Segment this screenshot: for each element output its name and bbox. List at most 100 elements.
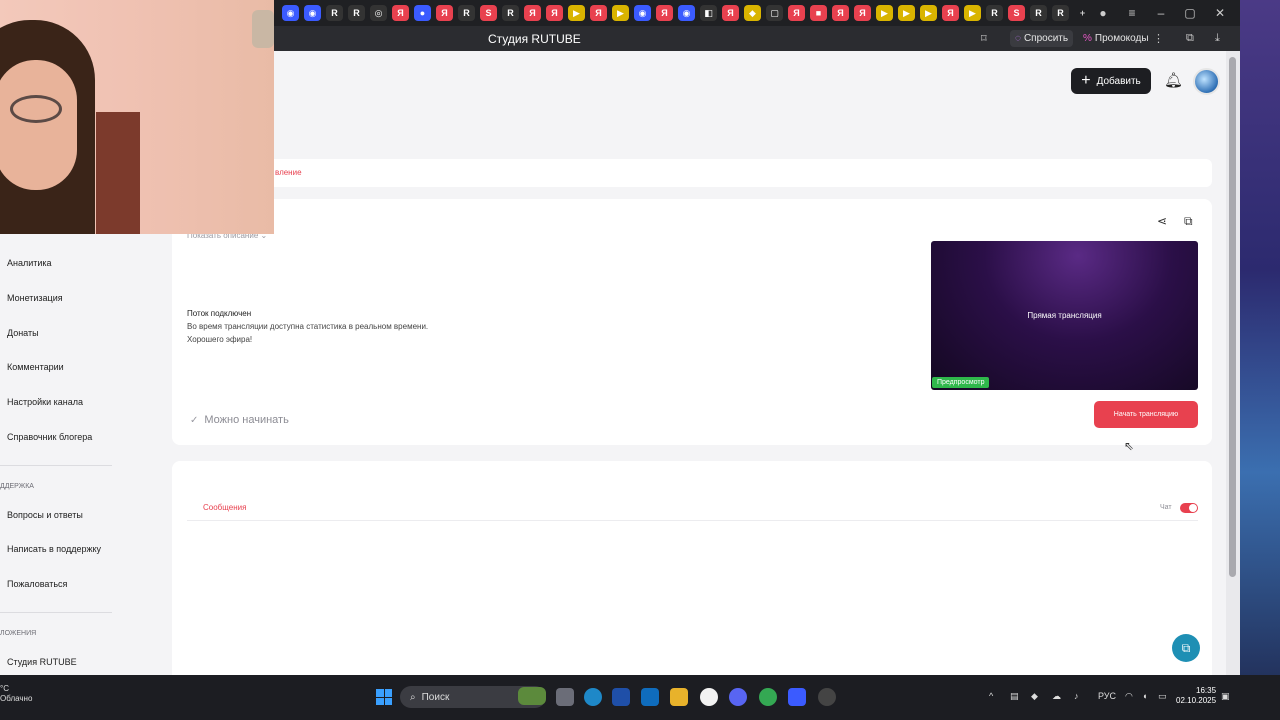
browser-tab-icon[interactable]: R [348, 5, 365, 21]
clock[interactable]: 16:35 02.10.2025 [1176, 686, 1216, 706]
chat-toggle[interactable] [1180, 503, 1198, 513]
browser-tab-icon[interactable]: Я [854, 5, 871, 21]
sidebar-item-monetization[interactable]: Монетизация [7, 293, 63, 303]
browser-tab-icon[interactable]: ■ [810, 5, 827, 21]
sidebar-item-donations[interactable]: Донаты [7, 328, 39, 338]
browser-tab-icon[interactable]: ▶ [876, 5, 893, 21]
browser-tab-icon[interactable]: R [986, 5, 1003, 21]
collections-icon[interactable]: ⧉ [1186, 32, 1194, 45]
browser-tab-icon[interactable]: ▶ [920, 5, 937, 21]
battery-icon[interactable]: ▭ [1158, 691, 1167, 702]
browser-tab-icon[interactable]: R [458, 5, 475, 21]
start-menu-icon[interactable] [376, 689, 392, 705]
tray-icon[interactable]: ◆ [1031, 691, 1038, 702]
sidebar-item-channel-settings[interactable]: Настройки канала [7, 397, 83, 407]
maximize-icon[interactable]: ▢ [1175, 0, 1205, 26]
discord-icon[interactable] [729, 688, 747, 706]
browser-tab-icon[interactable]: Я [832, 5, 849, 21]
language-indicator[interactable]: РУС [1098, 691, 1116, 701]
browser-tab-icon[interactable]: ◉ [282, 5, 299, 21]
stream-preview[interactable]: Прямая трансляция Предпросмотр [931, 241, 1198, 390]
browser-tab-icon[interactable]: R [1030, 5, 1047, 21]
close-icon[interactable]: ✕ [1205, 0, 1235, 26]
tray-icon[interactable]: ▤ [1010, 691, 1019, 702]
bookmark-icon[interactable]: ⌑ [981, 32, 987, 45]
microphone-icon[interactable]: ♪ [1074, 691, 1079, 701]
browser-tab-icon[interactable]: Я [656, 5, 673, 21]
more-icon[interactable]: ⋮ [1153, 32, 1164, 45]
browser-tab-icon[interactable]: ◉ [304, 5, 321, 21]
app-icon[interactable] [788, 688, 806, 706]
browser-tab-icon[interactable]: ▶ [612, 5, 629, 21]
divider [0, 465, 112, 466]
browser-tab-icon[interactable]: ◆ [744, 5, 761, 21]
avatar[interactable] [1193, 68, 1220, 95]
scroll-thumb[interactable] [1229, 57, 1236, 577]
explorer-icon[interactable] [670, 688, 688, 706]
browser-tab-icon[interactable]: ▶ [568, 5, 585, 21]
browser-tab-icon[interactable]: Я [392, 5, 409, 21]
tab-messages[interactable]: Сообщения [203, 503, 246, 512]
browser-tab-icon[interactable]: ◧ [700, 5, 717, 21]
tray-icon[interactable]: ☁ [1052, 691, 1061, 702]
browser-tab-icon[interactable]: R [326, 5, 343, 21]
edge-icon[interactable] [584, 688, 602, 706]
sidebar-item-faq[interactable]: Вопросы и ответы [7, 510, 83, 520]
browser-tab-icon[interactable]: ▶ [898, 5, 915, 21]
share-icon[interactable]: ⋖ [1157, 214, 1167, 228]
browser-tab-icon[interactable]: R [502, 5, 519, 21]
browser-tab-icon[interactable]: S [480, 5, 497, 21]
tray-overflow-icon[interactable]: ^ [989, 691, 993, 701]
divider [187, 520, 1198, 521]
browser-tab-icon[interactable]: ▶ [964, 5, 981, 21]
start-stream-button[interactable]: Начать трансляцию [1094, 401, 1198, 428]
profile-icon[interactable]: ● [1088, 0, 1118, 26]
browser-tab-icon[interactable]: ◎ [370, 5, 387, 21]
outlook-icon[interactable] [641, 688, 659, 706]
sidebar-item-report[interactable]: Пожаловаться [7, 579, 67, 589]
browser-tab-icon[interactable]: ◉ [634, 5, 651, 21]
tab-management[interactable]: вление [275, 168, 302, 177]
app-icon[interactable] [818, 688, 836, 706]
word-icon[interactable] [612, 688, 630, 706]
sidebar-item-blogger-guide[interactable]: Справочник блогера [7, 432, 92, 442]
browser-tab-icon[interactable]: Я [788, 5, 805, 21]
tab-list: ◉ ◉ R R ◎ Я ● Я R S R Я Я ▶ Я ▶ ◉ Я ◉ ◧ Я ◆ ▢ Я ■ Я Я ▶ ▶ ▶ Я ▶ R S R R + [282, 5, 1091, 21]
browser-tab-icon[interactable]: Я [436, 5, 453, 21]
browser-tab-icon[interactable]: Я [722, 5, 739, 21]
sidebar-item-comments[interactable]: Комментарии [7, 362, 64, 372]
promo-label: Промокоды [1094, 33, 1149, 44]
browser-tab-icon[interactable]: ● [414, 5, 431, 21]
add-button[interactable]: + Добавить [1071, 68, 1151, 94]
browser-tab-icon[interactable]: ◉ [678, 5, 695, 21]
page-scrollbar[interactable] [1226, 51, 1240, 675]
sidebar-item-studio-app[interactable]: Студия RUTUBE [7, 657, 77, 667]
tab-bar [172, 159, 1212, 187]
browser-tab-icon[interactable]: Я [524, 5, 541, 21]
task-view-icon[interactable] [556, 688, 574, 706]
mouse-cursor-icon: ⇖ [1124, 439, 1135, 453]
taskbar [0, 675, 1280, 720]
volume-icon[interactable]: ◖ [1142, 691, 1147, 701]
bell-icon[interactable]: 🔔︎ [1164, 71, 1183, 89]
menu-icon[interactable]: ≡ [1117, 0, 1147, 26]
ask-button[interactable]: ◌ Спросить [1010, 30, 1074, 47]
sidebar-item-contact-support[interactable]: Написать в поддержку [7, 544, 101, 554]
browser-tab-icon[interactable]: Я [942, 5, 959, 21]
chrome-icon[interactable] [759, 688, 777, 706]
external-link-icon[interactable]: ⧉ [1184, 214, 1193, 229]
sidebar-item-analytics[interactable]: Аналитика [7, 258, 52, 268]
browser-tab-icon[interactable]: R [1052, 5, 1069, 21]
help-chat-icon[interactable]: ⧉ [1172, 634, 1200, 662]
browser-tab-icon[interactable]: Я [546, 5, 563, 21]
minimize-icon[interactable]: – [1146, 0, 1176, 26]
notifications-icon[interactable]: ▣ [1221, 691, 1230, 702]
promo-button[interactable]: % Промокоды [1078, 30, 1154, 47]
browser-tab-icon[interactable]: S [1008, 5, 1025, 21]
browser-tab-icon[interactable]: ▢ [766, 5, 783, 21]
weather-widget[interactable]: °C Облачно [0, 684, 32, 704]
download-icon[interactable]: ⤓ [1215, 32, 1220, 45]
wifi-icon[interactable]: ◠ [1125, 691, 1133, 702]
browser-tab-icon[interactable]: Я [590, 5, 607, 21]
yandex-browser-icon[interactable] [700, 688, 718, 706]
